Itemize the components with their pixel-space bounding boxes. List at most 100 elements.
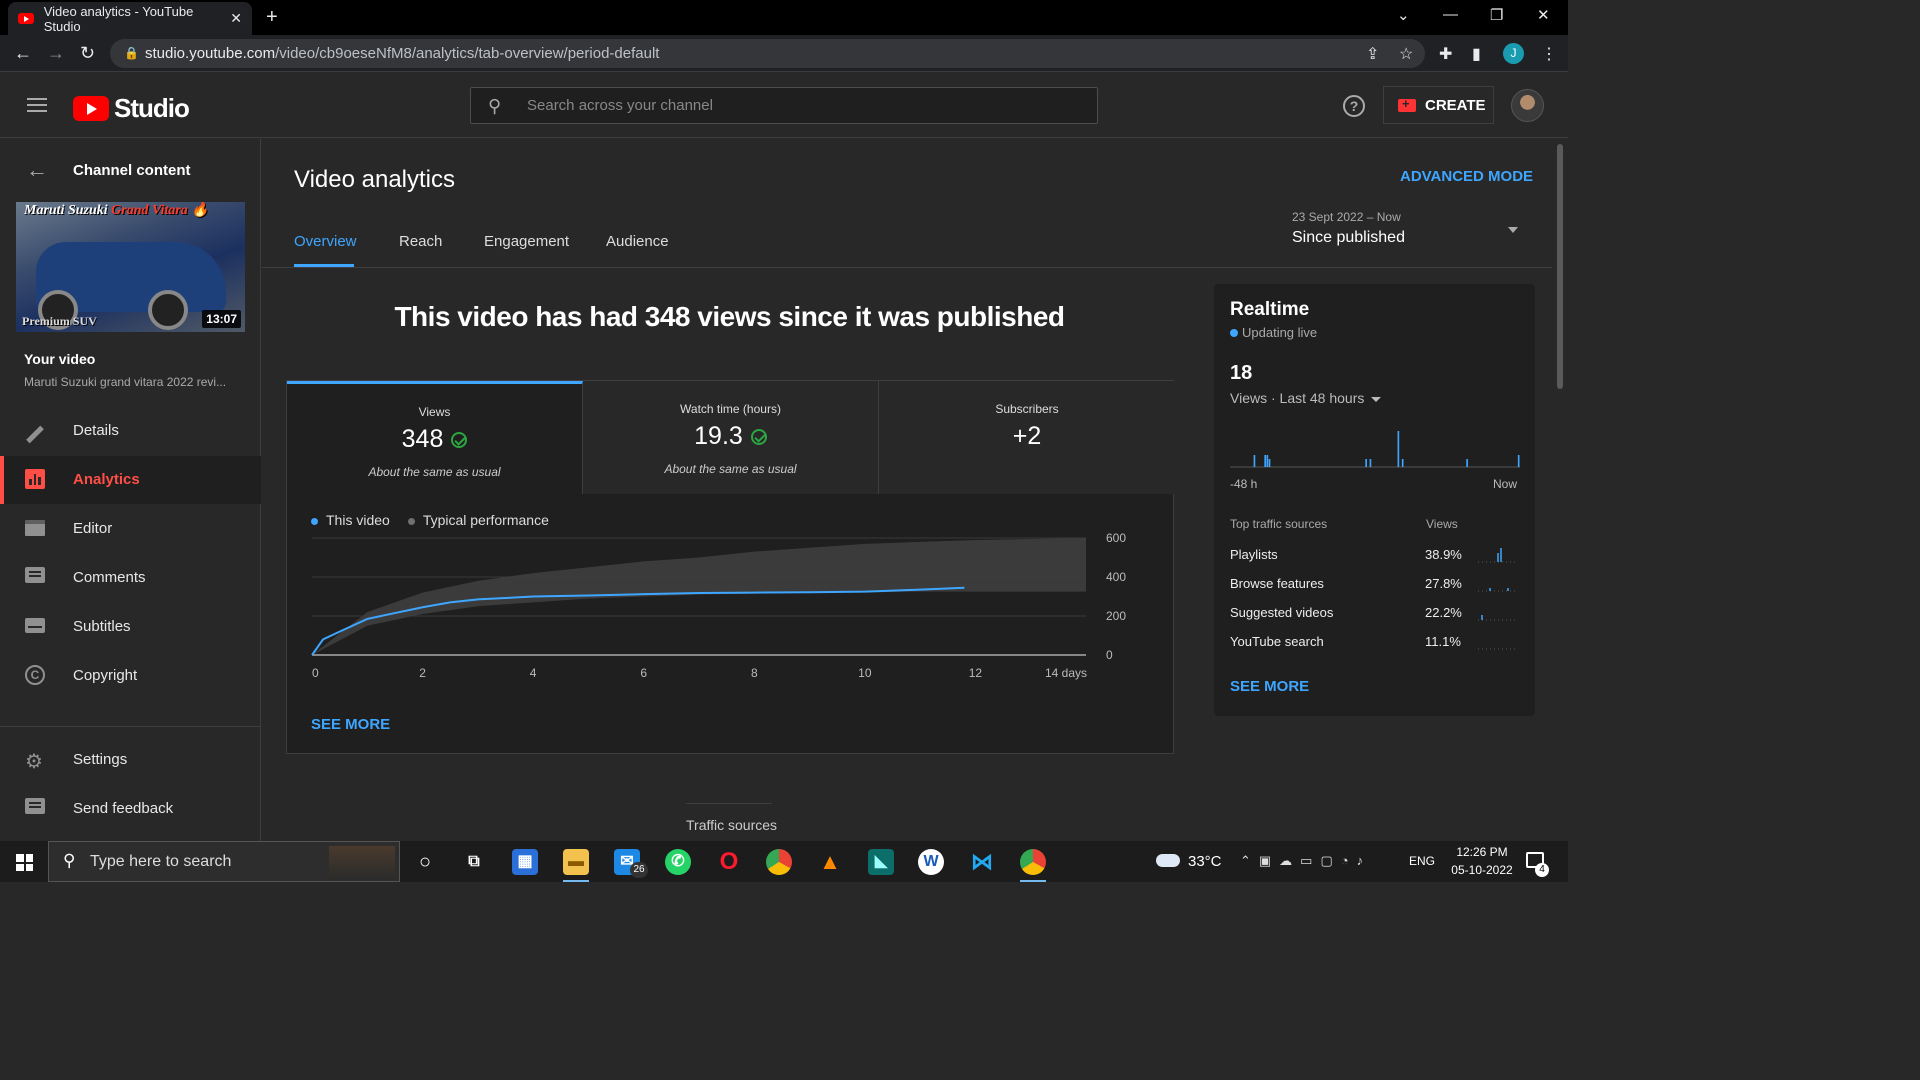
clock-time[interactable]: 12:26 PM: [1442, 845, 1522, 859]
task-view-icon[interactable]: ⧉: [461, 849, 487, 875]
new-tab-icon[interactable]: +: [266, 6, 278, 29]
tab-reach[interactable]: Reach: [399, 233, 442, 250]
realtime-period-selector[interactable]: Views · Last 48 hours: [1230, 390, 1382, 406]
restore-icon[interactable]: ❐: [1490, 6, 1503, 24]
legend-label: Typical performance: [422, 512, 549, 528]
metric-value: 348: [401, 425, 444, 453]
advanced-mode-button[interactable]: ADVANCED MODE: [1400, 168, 1533, 185]
sidebar-item-settings[interactable]: ⚙ Settings: [0, 736, 261, 784]
tab-engagement[interactable]: Engagement: [484, 233, 569, 250]
help-icon[interactable]: ?: [1343, 95, 1365, 117]
realtime-live-label: Updating live: [1242, 325, 1318, 340]
metric-title: Subscribers: [995, 402, 1059, 416]
traffic-views-header: Views: [1426, 517, 1458, 531]
back-arrow-icon: ←: [26, 157, 48, 182]
language-indicator[interactable]: ENG: [1409, 854, 1435, 868]
taskbar-search[interactable]: ⚲ Type here to search: [48, 841, 400, 882]
tabs-divider: [262, 267, 1552, 268]
browser-profile-avatar[interactable]: J: [1503, 43, 1524, 64]
studio-logo-text: Studio: [114, 93, 190, 123]
y-tick-label: 200: [1106, 609, 1126, 623]
metric-watch-time[interactable]: Watch time (hours) 19.3 About the same a…: [583, 381, 879, 494]
weather-cloud-icon[interactable]: [1156, 854, 1180, 867]
metric-note: About the same as usual: [368, 465, 501, 479]
page-scrollbar[interactable]: [1552, 139, 1568, 841]
file-explorer-icon[interactable]: ▬: [563, 849, 589, 882]
reload-icon[interactable]: ↻: [80, 43, 95, 64]
x-tick-label: 10: [858, 666, 872, 680]
metric-value-row: +2: [879, 422, 1175, 451]
sidebar-item-send-feedback[interactable]: Send feedback: [0, 785, 261, 833]
filmora-icon[interactable]: ◣: [868, 849, 894, 875]
create-button[interactable]: CREATE: [1383, 86, 1494, 124]
legend-dot: [311, 517, 318, 525]
close-tab-icon[interactable]: ✕: [230, 10, 242, 27]
chrome-icon[interactable]: [766, 849, 792, 875]
windows-start-icon[interactable]: [16, 854, 33, 871]
metric-value-row: 348: [287, 425, 582, 454]
bookmark-star-icon[interactable]: ☆: [1399, 44, 1413, 64]
sidebar-item-copyright[interactable]: C Copyright: [0, 652, 261, 700]
close-window-icon[interactable]: ✕: [1537, 6, 1550, 24]
whatsapp-icon[interactable]: ✆: [665, 849, 691, 875]
url-host: studio.youtube.com: [145, 45, 276, 62]
see-more-link[interactable]: SEE MORE: [311, 716, 390, 733]
back-icon[interactable]: ←: [14, 43, 32, 64]
taskbar-search-placeholder: Type here to search: [90, 853, 232, 870]
url-field[interactable]: 🔒 studio.youtube.com/video/cb9oeseNfM8/a…: [110, 39, 1425, 68]
scrollbar-thumb[interactable]: [1557, 144, 1563, 389]
headline: This video has had 348 views since it wa…: [394, 301, 1065, 332]
metric-views[interactable]: Views 348 About the same as usual: [287, 381, 583, 494]
realtime-bar: [1266, 455, 1269, 467]
youtube-play-icon: [73, 96, 109, 121]
word-app-icon[interactable]: W: [918, 849, 944, 875]
tab-search-icon[interactable]: ⌄: [1397, 6, 1410, 24]
realtime-bar-chart: [1230, 431, 1520, 468]
clock-date[interactable]: 05-10-2022: [1442, 863, 1522, 877]
share-icon[interactable]: ⇪: [1366, 44, 1379, 64]
microsoft-store-icon[interactable]: ▦: [512, 849, 538, 875]
sidebar-item-details[interactable]: Details: [0, 407, 261, 455]
vscode-icon[interactable]: ⋈: [969, 849, 995, 875]
forward-icon[interactable]: →: [47, 43, 65, 64]
traffic-source-percent: 22.2%: [1425, 605, 1462, 620]
metric-subscribers[interactable]: Subscribers +2: [879, 381, 1175, 494]
tab-overview[interactable]: Overview: [294, 233, 357, 250]
search-icon[interactable]: ⚲: [488, 96, 501, 117]
realtime-bar: [1397, 431, 1400, 467]
traffic-source-name: Playlists: [1230, 547, 1278, 562]
metric-value: 19.3: [694, 422, 743, 450]
studio-logo[interactable]: Studio: [73, 93, 190, 124]
sidebar-item-comments[interactable]: Comments: [0, 554, 261, 602]
realtime-bar: [1365, 459, 1367, 467]
cortana-icon[interactable]: ○: [412, 849, 438, 875]
y-tick-label: 400: [1106, 570, 1126, 584]
opera-icon[interactable]: O: [716, 849, 742, 875]
traffic-source-percent: 38.9%: [1425, 547, 1462, 562]
sidebar-item-analytics[interactable]: Analytics: [0, 456, 261, 504]
period-selector[interactable]: 23 Sept 2022 – Now Since published: [1292, 210, 1522, 255]
browser-menu-icon[interactable]: ⋮: [1541, 44, 1557, 64]
sidebar-item-editor[interactable]: Editor: [0, 505, 261, 553]
hamburger-menu-icon[interactable]: [27, 98, 47, 112]
chart-legend: This video Typical performance: [311, 512, 549, 528]
realtime-see-more-link[interactable]: SEE MORE: [1230, 678, 1309, 695]
sidebar-item-label: Copyright: [73, 667, 138, 684]
side-panel-icon[interactable]: ▮: [1472, 44, 1481, 64]
account-avatar[interactable]: [1511, 89, 1544, 122]
comment-icon: [25, 567, 47, 589]
chrome-active-icon[interactable]: [1020, 849, 1046, 882]
tray-icons[interactable]: ⌃▣☁▭▢◔♪: [1240, 853, 1371, 869]
sidebar-item-subtitles[interactable]: Subtitles: [0, 603, 261, 651]
back-to-channel-content[interactable]: ← Channel content: [0, 157, 261, 187]
vlc-icon[interactable]: ▲: [817, 849, 843, 875]
x-tick-label: 4: [530, 666, 537, 680]
browser-tab[interactable]: Video analytics - YouTube Studio ✕: [8, 2, 252, 35]
video-thumbnail[interactable]: Maruti Suzuki Grand Vitara 🔥 Premium SUV…: [16, 202, 245, 332]
search-icon: ⚲: [63, 851, 76, 870]
search-input[interactable]: [527, 88, 1087, 123]
tab-audience[interactable]: Audience: [606, 233, 669, 250]
extensions-icon[interactable]: ✚: [1439, 44, 1452, 64]
pencil-icon: [25, 420, 47, 444]
minimize-icon[interactable]: —: [1443, 6, 1458, 23]
